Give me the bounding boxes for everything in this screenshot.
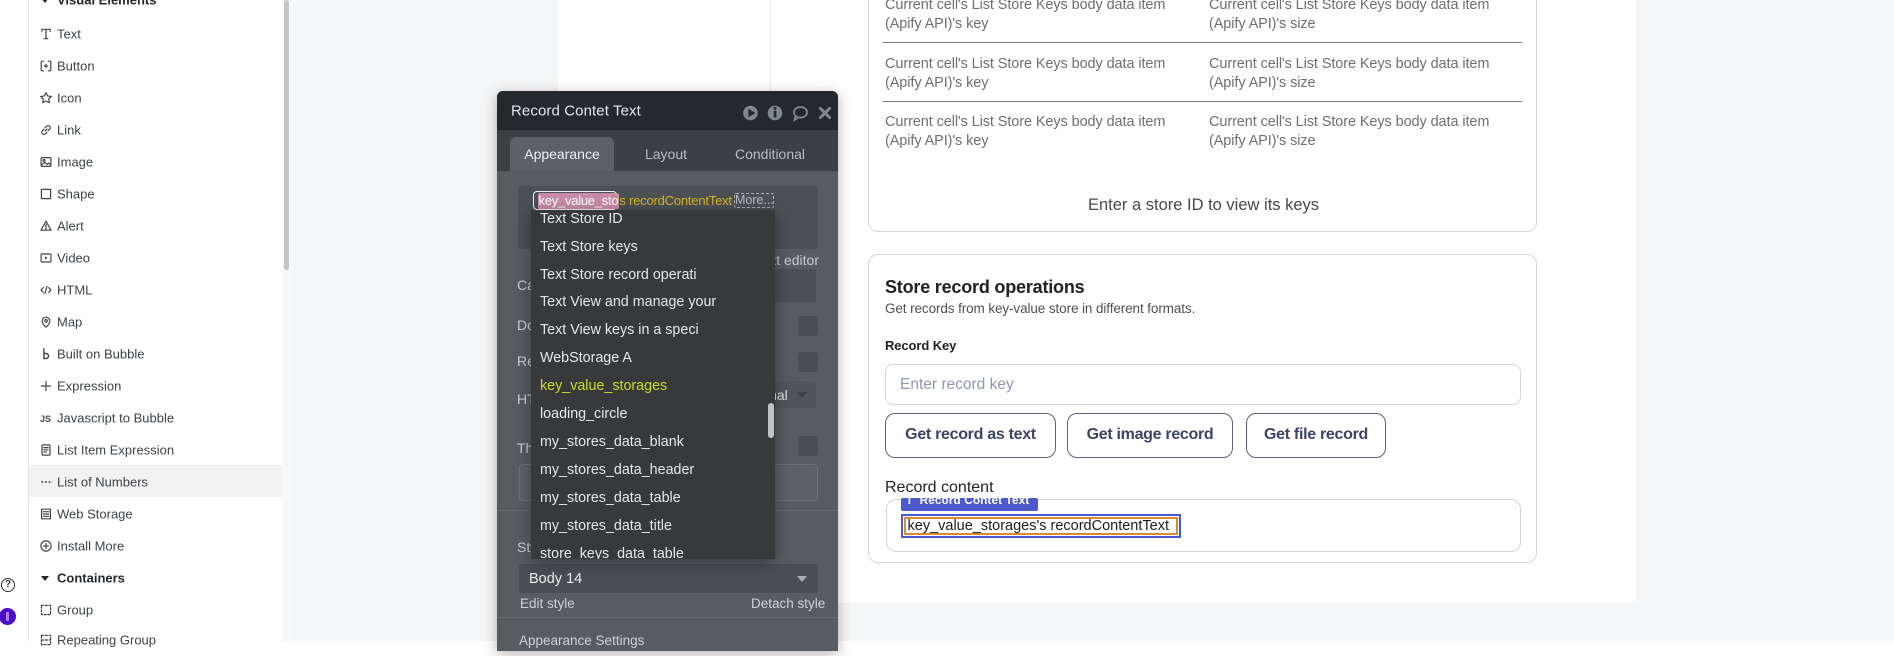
svg-text:JS: JS: [40, 414, 51, 424]
